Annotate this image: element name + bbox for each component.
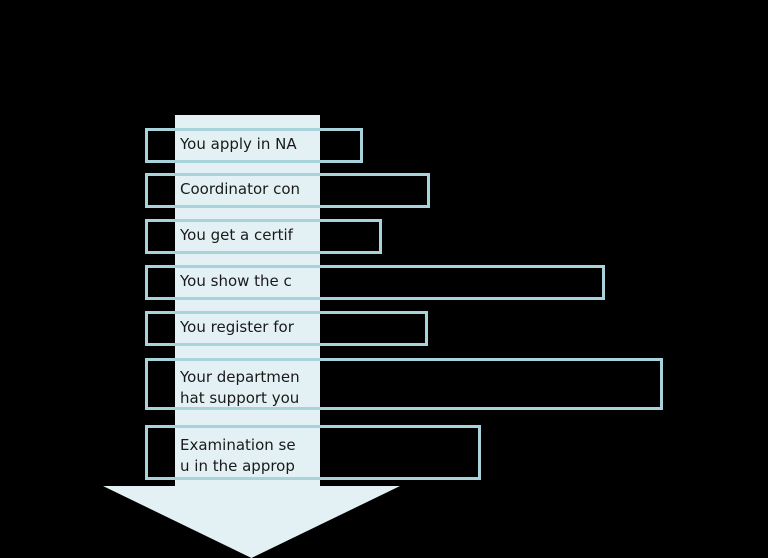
down-arrow-icon — [103, 486, 400, 558]
step-label-2: Coordinator con — [180, 180, 301, 198]
step-text-layer: You apply in NA Coordinator con You get … — [175, 115, 320, 487]
step-label-7: Examination se u in the approp — [180, 436, 296, 475]
step-label-1: You apply in NA — [180, 135, 297, 153]
step-label-3: You get a certif — [180, 226, 293, 244]
step-label-6: Your departmen hat support you — [180, 368, 300, 407]
diagram-canvas: You apply in NA Coordinator con You get … — [0, 0, 768, 558]
step-label-5: You register for — [180, 318, 294, 336]
step-label-4: You show the c — [180, 272, 292, 290]
